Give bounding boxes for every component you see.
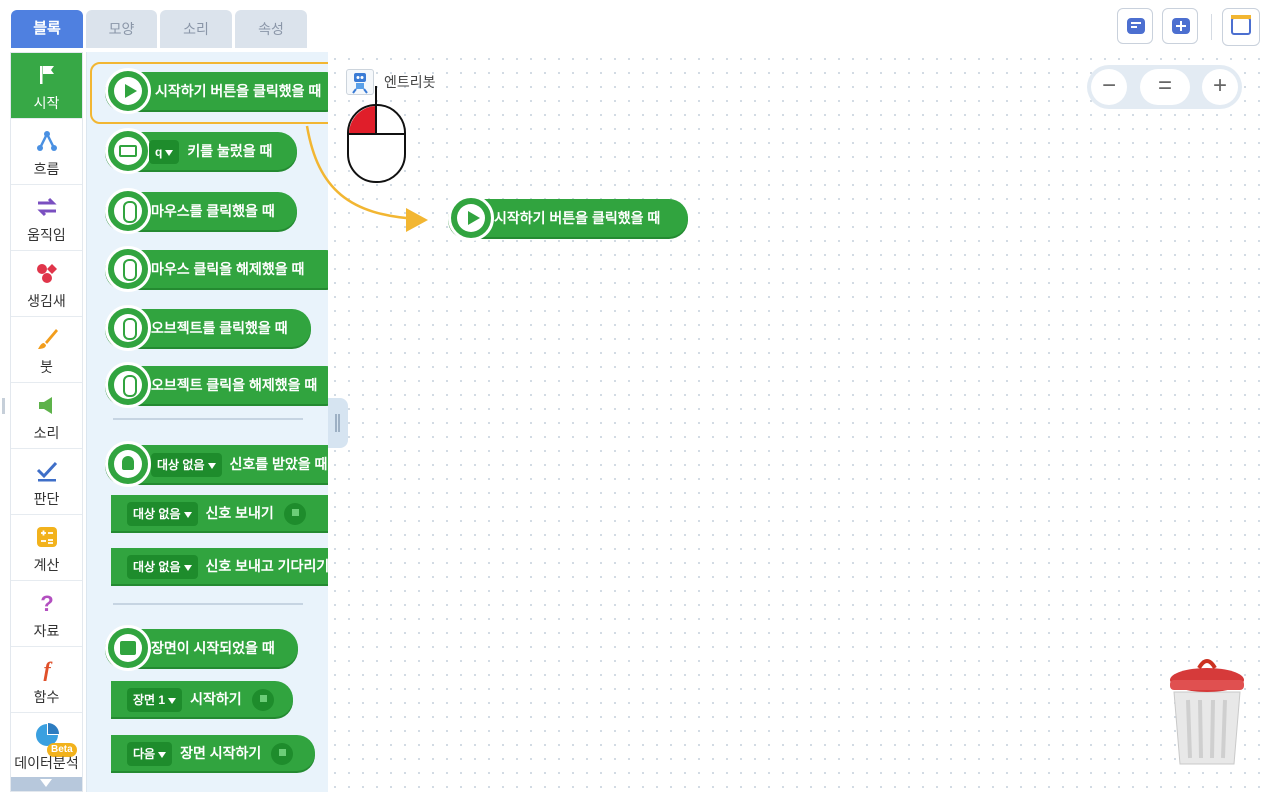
block-label: 시작하기 버튼을 클릭했을 때	[494, 210, 661, 226]
trash-can-icon[interactable]	[1166, 652, 1248, 770]
zoom-controls: − = +	[1087, 65, 1242, 109]
zoom-reset-button[interactable]: =	[1140, 69, 1190, 105]
zoom-in-button[interactable]: +	[1202, 69, 1238, 105]
play-icon	[468, 211, 480, 225]
drag-annotation	[305, 86, 428, 232]
canvas-block-when-start-clicked[interactable]: 시작하기 버튼을 클릭했을 때	[448, 195, 688, 241]
start-hat-icon	[448, 195, 494, 241]
zoom-out-button[interactable]: −	[1091, 69, 1127, 105]
mouse-click-icon	[347, 86, 406, 183]
